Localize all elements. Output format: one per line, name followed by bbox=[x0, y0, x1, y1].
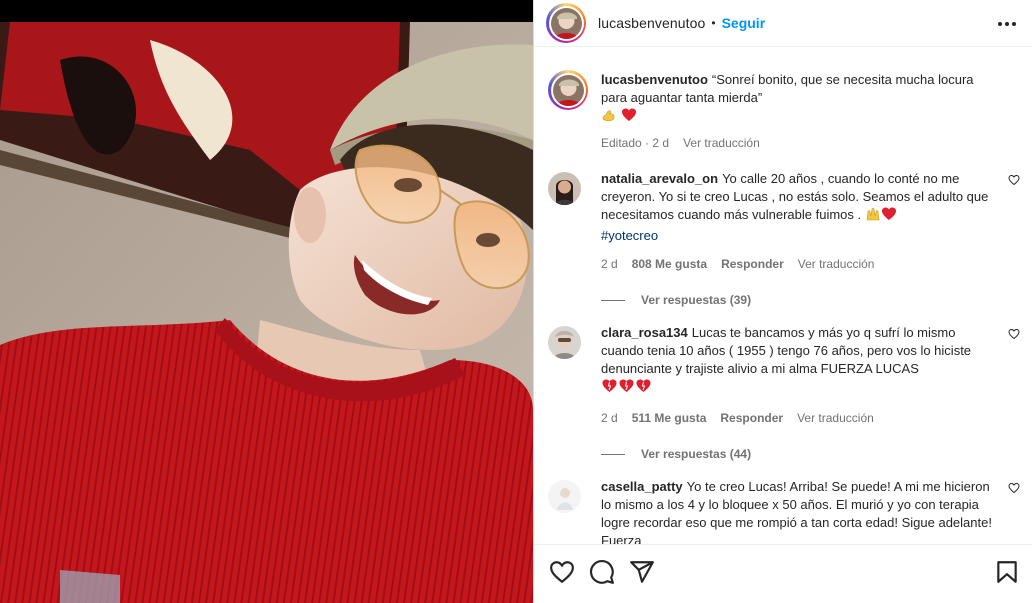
post-caption: lucasbenvenutoo “Sonreí bonito, que se ne… bbox=[546, 68, 1026, 150]
comment-like-heart-icon[interactable] bbox=[1008, 328, 1020, 340]
follow-button[interactable]: Seguir bbox=[722, 15, 766, 31]
comment-username[interactable]: clara_rosa134 bbox=[601, 325, 688, 340]
commenter-avatar[interactable] bbox=[548, 480, 581, 513]
selfie-image bbox=[0, 0, 533, 603]
avatar-image bbox=[552, 74, 584, 106]
avatar-image bbox=[548, 172, 581, 205]
comment-like-heart-icon[interactable] bbox=[1008, 174, 1020, 186]
view-replies-label: Ver respuestas (44) bbox=[641, 447, 752, 461]
save-icon[interactable] bbox=[994, 559, 1020, 585]
red-heart-icon bbox=[881, 206, 897, 227]
comment-likes[interactable]: 808 Me gusta bbox=[632, 257, 707, 271]
translate-link[interactable]: Ver traducción bbox=[797, 411, 874, 425]
share-icon[interactable] bbox=[629, 559, 655, 585]
post-photo[interactable] bbox=[0, 0, 533, 603]
comment-meta: 2 d 808 Me gusta Responder Ver traducció… bbox=[601, 257, 1026, 271]
red-heart-icon bbox=[621, 107, 637, 128]
flexed-biceps-icon bbox=[601, 107, 617, 128]
caption-translate-link[interactable]: Ver traducción bbox=[683, 136, 760, 150]
comment-time: 2 d bbox=[601, 411, 618, 425]
comment-time: 2 d bbox=[601, 257, 618, 271]
caption-text-block: lucasbenvenutoo “Sonreí bonito, que se ne… bbox=[601, 68, 996, 128]
comment-username[interactable]: casella_patty bbox=[601, 479, 683, 494]
sparkling-heart-icon bbox=[635, 378, 652, 399]
avatar-image bbox=[548, 326, 581, 359]
comment-likes[interactable]: 511 Me gusta bbox=[632, 411, 707, 425]
commenter-avatar[interactable] bbox=[548, 172, 581, 205]
avatar-image bbox=[548, 480, 581, 513]
view-replies-button[interactable]: Ver respuestas (44) bbox=[601, 447, 1026, 461]
comment-meta: 2 d 511 Me gusta Responder Ver traducció… bbox=[601, 411, 1026, 425]
more-options-icon[interactable] bbox=[995, 14, 1019, 34]
separator-dot: • bbox=[711, 16, 716, 30]
comments-list[interactable]: lucasbenvenutoo “Sonreí bonito, que se ne… bbox=[534, 56, 1032, 544]
replies-divider bbox=[601, 299, 625, 301]
replies-divider bbox=[601, 453, 625, 455]
reply-button[interactable]: Responder bbox=[721, 257, 784, 271]
comment-username[interactable]: natalia_arevalo_on bbox=[601, 171, 718, 186]
translate-link[interactable]: Ver traducción bbox=[798, 257, 875, 271]
post-details-panel: lucasbenvenutoo • Seguir lucasbenvenutoo… bbox=[533, 0, 1032, 603]
comment-like-heart-icon[interactable] bbox=[1008, 482, 1020, 494]
post-viewer: lucasbenvenutoo • Seguir lucasbenvenutoo… bbox=[0, 0, 1032, 603]
comment: clara_rosa134 Lucas te bancamos y más yo … bbox=[546, 324, 1026, 461]
reply-button[interactable]: Responder bbox=[720, 411, 783, 425]
caption-meta: Editado · 2 d Ver traducción bbox=[601, 136, 1026, 150]
post-actions-bar bbox=[534, 544, 1032, 603]
caption-edited-time: Editado · 2 d bbox=[601, 136, 670, 150]
commenter-avatar[interactable] bbox=[548, 326, 581, 359]
hashtag-link[interactable]: #yotecreo bbox=[601, 228, 658, 243]
comment: natalia_arevalo_on Yo calle 20 años , cua… bbox=[546, 170, 1026, 307]
raising-hands-icon bbox=[865, 206, 881, 227]
caption-username[interactable]: lucasbenvenutoo bbox=[601, 72, 708, 87]
view-replies-label: Ver respuestas (39) bbox=[641, 293, 752, 307]
avatar-image bbox=[550, 7, 582, 39]
heart-icon[interactable] bbox=[549, 559, 575, 585]
view-replies-button[interactable]: Ver respuestas (39) bbox=[601, 293, 1026, 307]
comment: casella_patty Yo te creo Lucas! Arriba! S… bbox=[546, 478, 1026, 544]
comment-text-block: natalia_arevalo_on Yo calle 20 años , cua… bbox=[601, 170, 996, 245]
sparkling-heart-icon bbox=[601, 378, 618, 399]
sparkling-heart-icon bbox=[618, 378, 635, 399]
post-header: lucasbenvenutoo • Seguir bbox=[534, 0, 1032, 47]
author-username[interactable]: lucasbenvenutoo bbox=[598, 15, 705, 31]
comment-text-block: clara_rosa134 Lucas te bancamos y más yo … bbox=[601, 324, 996, 399]
author-avatar[interactable] bbox=[546, 3, 586, 43]
comment-text-block: casella_patty Yo te creo Lucas! Arriba! S… bbox=[601, 478, 996, 544]
caption-avatar[interactable] bbox=[548, 70, 588, 110]
comment-icon[interactable] bbox=[589, 559, 615, 585]
